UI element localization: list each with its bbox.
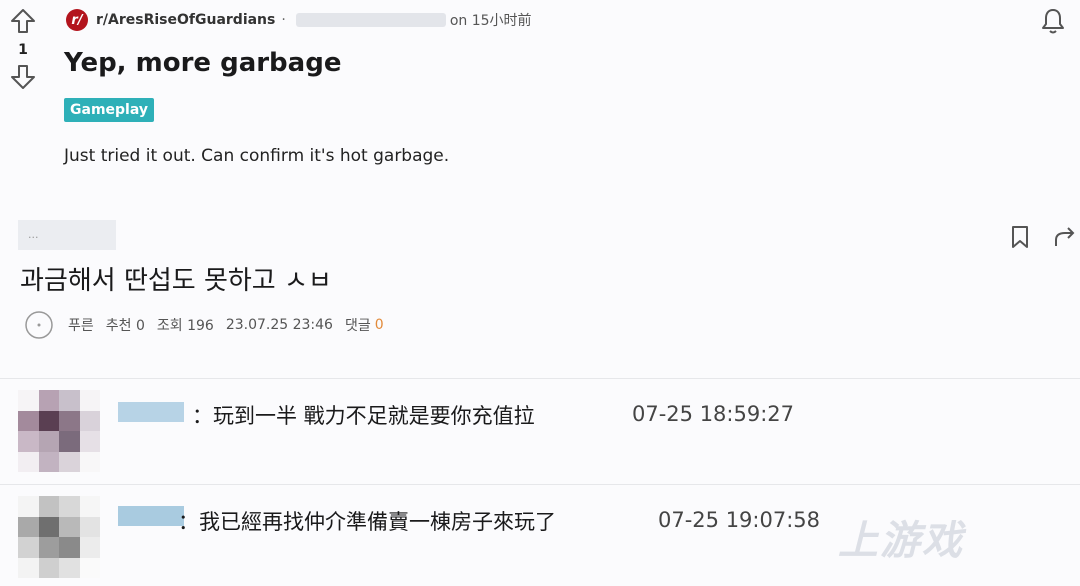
blurred-nickname: ... (18, 220, 116, 250)
list-item: ：玩到一半 戰力不足就是要你充值拉 07-25 18:59:27 (0, 380, 1080, 480)
avatar (18, 390, 100, 472)
board-post-title[interactable]: 과금해서 딴섭도 못하고 ㅅㅂ (20, 260, 332, 297)
post-title[interactable]: Yep, more garbage (64, 48, 341, 78)
post-meta-row: r/ r/AresRiseOfGuardians · on 15小时前 (66, 8, 532, 32)
chat-timestamp: 07-25 19:07:58 (658, 508, 821, 532)
board-views: 조회 196 (156, 318, 214, 334)
avatar (18, 496, 100, 578)
nickname-hint: ... (28, 228, 39, 241)
board-date: 23.07.25 23:46 (225, 317, 333, 333)
share-icon[interactable] (1052, 224, 1078, 250)
upvote-icon[interactable] (10, 8, 36, 34)
vote-count: 1 (18, 42, 28, 58)
watermark-logo: 上游戏 (838, 518, 964, 564)
bell-icon[interactable] (1038, 6, 1068, 36)
board-author[interactable]: 푸른 (68, 315, 94, 335)
post-time: on 15小时前 (449, 13, 532, 29)
section-divider (0, 378, 1080, 379)
meta-separator: · (281, 12, 286, 28)
board-comments-count: 0 (374, 317, 384, 333)
board-likes: 추천 0 (105, 318, 145, 334)
subreddit-logo[interactable]: r/ (66, 9, 88, 31)
blurred-chat-nickname (118, 402, 184, 422)
vote-column: 1 (8, 8, 38, 90)
board-comments-label: 댓글 (344, 318, 371, 334)
bookmark-icon[interactable] (1008, 224, 1032, 250)
board-meta-row: 푸른 추천 0 조회 196 23.07.25 23:46 댓글 0 (24, 311, 384, 339)
blurred-username (295, 13, 446, 27)
chat-message: ：我已經再找仲介準備賣一棟房子來玩了 (178, 510, 556, 534)
avatar-icon (25, 311, 53, 339)
subreddit-link[interactable]: r/AresRiseOfGuardians (96, 12, 275, 28)
blurred-chat-nickname (118, 506, 184, 526)
chat-timestamp: 07-25 18:59:27 (632, 402, 795, 426)
post-flair[interactable]: Gameplay (64, 98, 154, 122)
chat-message: ：玩到一半 戰力不足就是要你充值拉 (192, 404, 535, 428)
post-body: Just tried it out. Can confirm it's hot … (64, 146, 450, 166)
row-divider (0, 484, 1080, 485)
downvote-icon[interactable] (10, 64, 36, 90)
